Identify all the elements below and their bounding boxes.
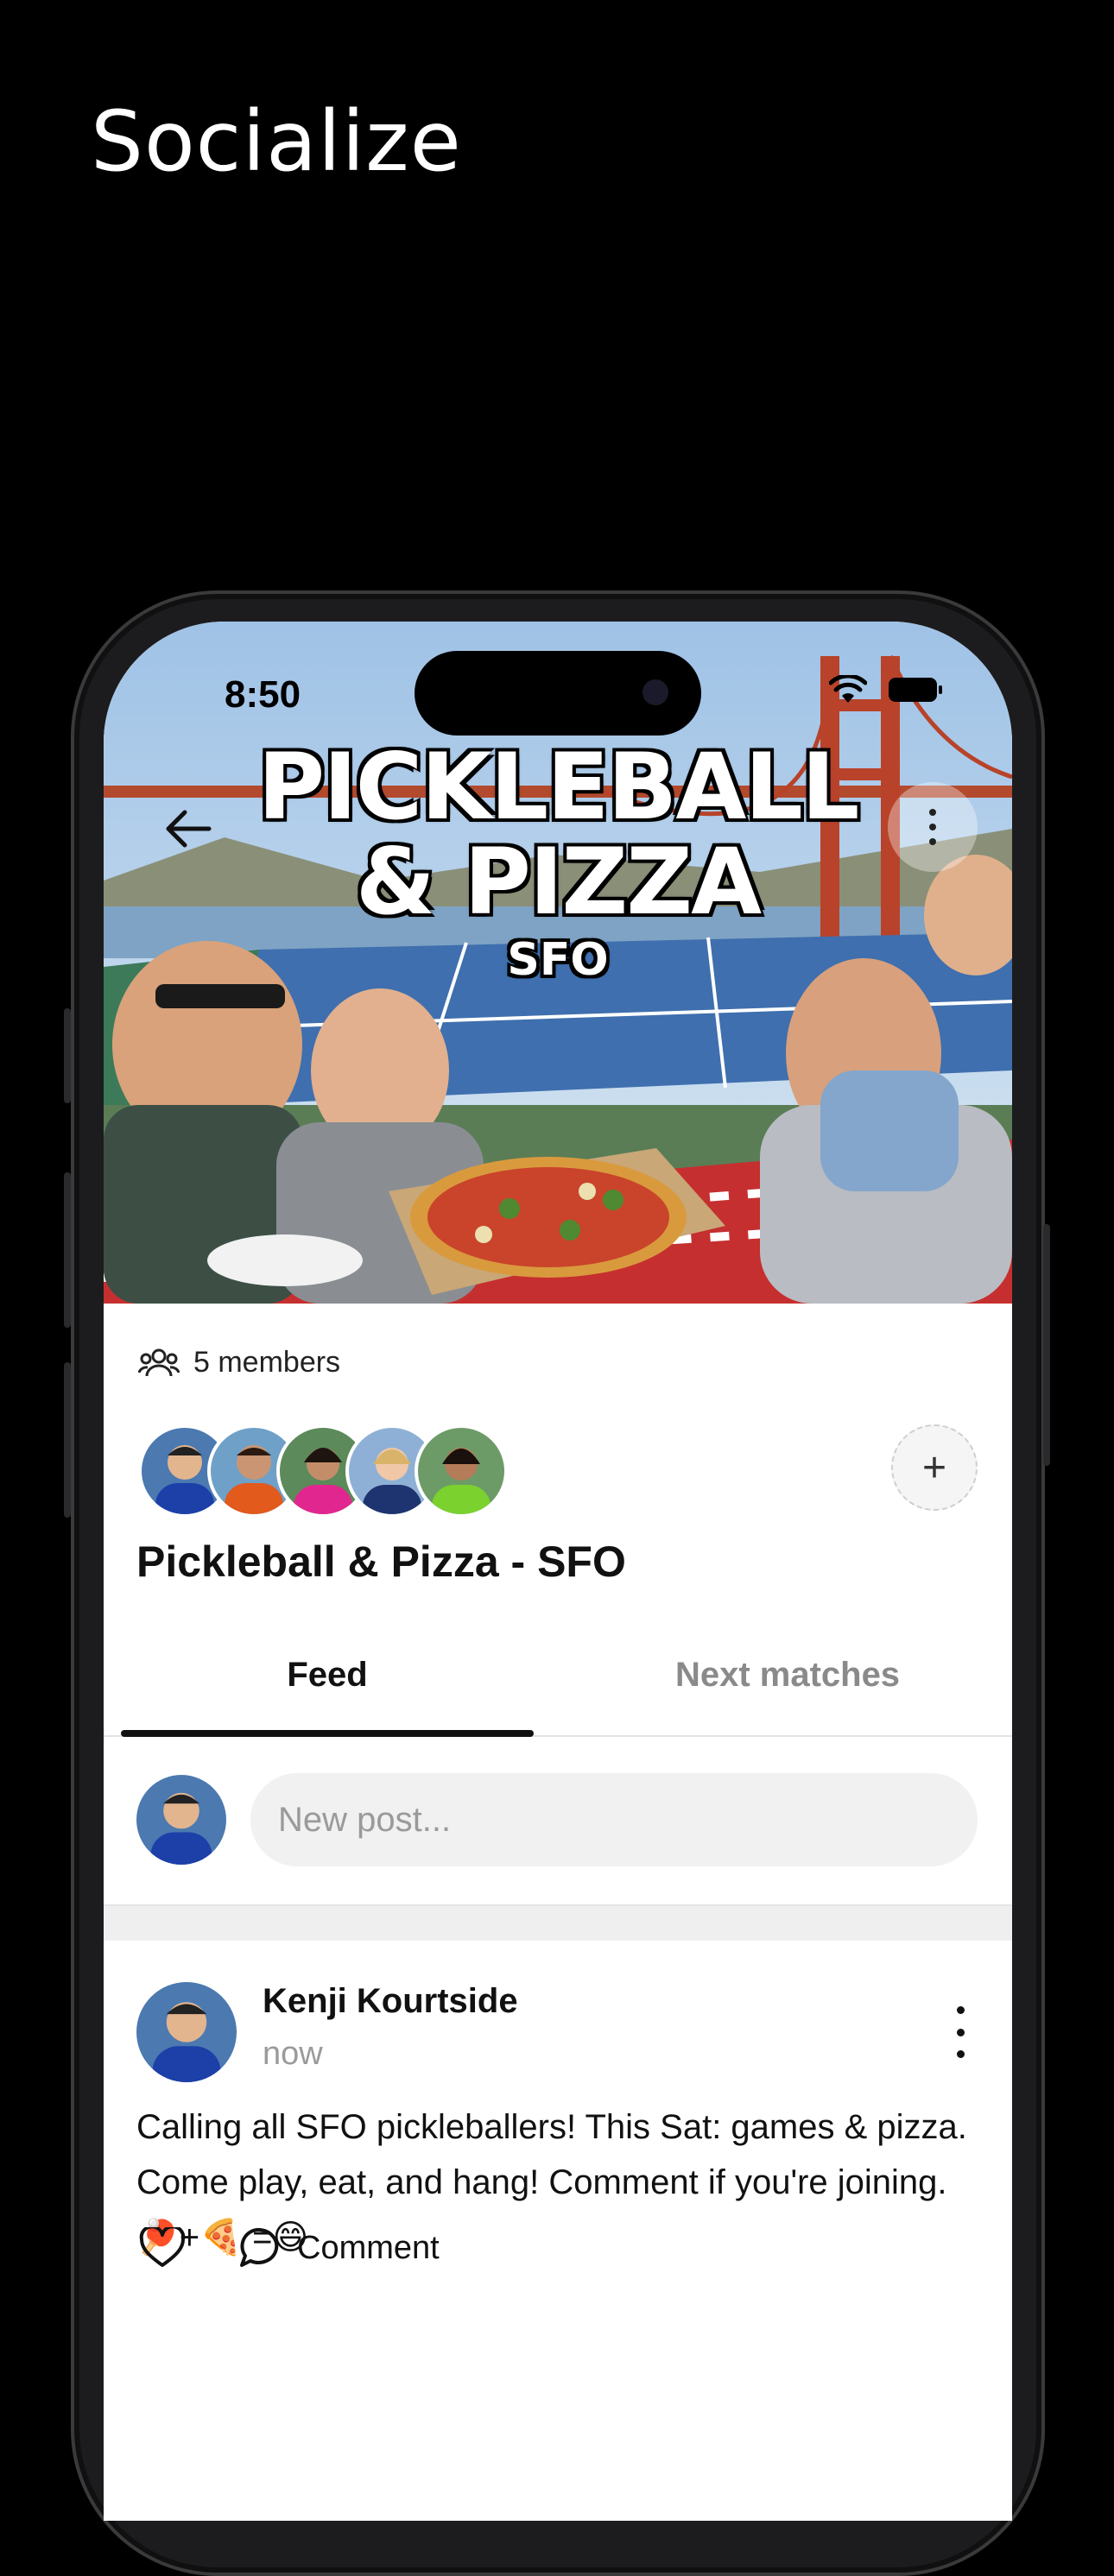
avatar[interactable] — [415, 1424, 508, 1518]
cover-title-line3: SFO — [507, 934, 609, 986]
phone-volume-down-button — [64, 1362, 71, 1518]
app-screen: PICKLEBALL & PIZZA SFO 8:50 5 members + … — [104, 622, 1012, 2521]
page-headline: Socialize — [91, 93, 462, 190]
avatar[interactable] — [136, 1982, 237, 2082]
heart-icon — [139, 2227, 186, 2267]
post-actions: Comment — [136, 2222, 440, 2274]
group-options-button[interactable] — [888, 782, 978, 872]
plus-icon: + — [921, 1444, 947, 1491]
more-vertical-icon — [929, 809, 936, 845]
group-cover-image: PICKLEBALL & PIZZA SFO 8:50 — [104, 622, 1012, 1304]
group-tabs: Feed Next matches — [104, 1614, 1012, 1737]
post-composer — [104, 1735, 1012, 1904]
back-button[interactable] — [145, 786, 231, 872]
new-post-input[interactable] — [250, 1773, 978, 1866]
status-time: 8:50 — [225, 673, 301, 716]
battery-icon — [889, 678, 942, 702]
wifi-icon — [829, 675, 867, 703]
dynamic-island — [415, 651, 701, 736]
front-camera — [642, 679, 668, 705]
avatar — [136, 1775, 226, 1865]
post-timestamp: now — [263, 2036, 323, 2072]
dot — [956, 2050, 965, 2058]
section-divider — [104, 1904, 1012, 1941]
like-button[interactable] — [136, 2222, 188, 2274]
cover-title-line2: & PIZZA — [355, 829, 762, 935]
status-bar: 8:50 — [104, 622, 1012, 736]
comment-label: Comment — [297, 2229, 440, 2266]
cover-title-line1: PICKLEBALL — [257, 734, 860, 840]
users-icon — [138, 1348, 180, 1377]
member-avatars[interactable] — [138, 1424, 508, 1518]
phone-action-button — [64, 1008, 71, 1103]
dot — [956, 2028, 965, 2036]
group-title: Pickleball & Pizza - SFO — [136, 1537, 626, 1586]
more-vertical-icon — [956, 2006, 965, 2014]
post-author[interactable]: Kenji Kourtside — [263, 1982, 518, 2021]
add-member-button[interactable]: + — [891, 1424, 978, 1511]
arrow-left-icon — [166, 810, 212, 848]
post-options-button[interactable] — [943, 2006, 978, 2058]
comment-icon — [240, 2227, 279, 2267]
phone-power-button — [1043, 1224, 1050, 1466]
tab-next-matches[interactable]: Next matches — [580, 1614, 995, 1735]
tab-feed[interactable]: Feed — [121, 1614, 534, 1737]
members-count-label: 5 members — [193, 1345, 341, 1379]
phone-volume-up-button — [64, 1172, 71, 1328]
comment-button[interactable]: Comment — [238, 2226, 440, 2270]
members-count[interactable]: 5 members — [138, 1345, 340, 1380]
